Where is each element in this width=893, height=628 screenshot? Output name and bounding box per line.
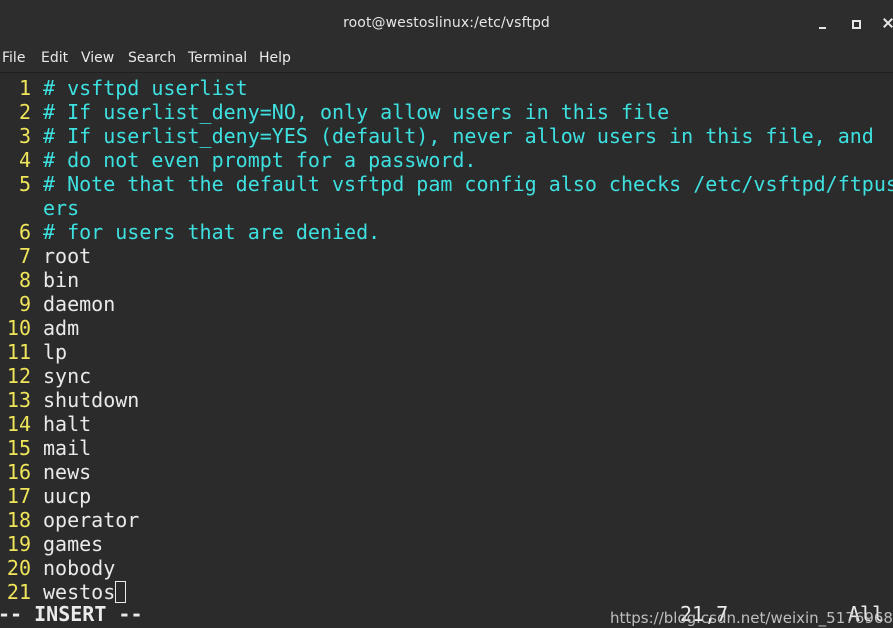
- line-number: 19: [6, 532, 31, 556]
- line-number: 2: [18, 100, 31, 124]
- line-text: operator: [43, 508, 139, 532]
- line-text: daemon: [43, 292, 115, 316]
- line-text: adm: [43, 316, 79, 340]
- comment-text: # for users that are denied.: [43, 220, 380, 244]
- line-number: 10: [6, 316, 31, 340]
- menu-help[interactable]: Help: [259, 50, 291, 66]
- comment-text: # vsftpd userlist: [43, 76, 248, 100]
- watermark: https://blog.csdn.net/weixin_51769688: [610, 609, 893, 627]
- line-content: # If userlist_deny=NO, only allow users …: [43, 100, 670, 124]
- line-number: 16: [6, 460, 31, 484]
- line-number: 3: [18, 124, 31, 148]
- line-content: # for users that are denied.: [43, 220, 381, 244]
- line-content: halt: [43, 412, 92, 436]
- menu-file[interactable]: File: [2, 50, 25, 66]
- comment-text: ers: [43, 196, 79, 220]
- line-number: 1: [18, 76, 31, 100]
- line-content: news: [43, 460, 92, 484]
- close-icon[interactable]: [880, 15, 893, 31]
- line-content: # Note that the default vsftpd pam confi…: [43, 172, 893, 196]
- line-number: 15: [6, 436, 31, 460]
- line-content: lp: [43, 340, 68, 364]
- line-content: operator: [43, 508, 140, 532]
- text-cursor: [115, 581, 127, 603]
- insert-mode-indicator: -- INSERT --: [0, 602, 143, 626]
- line-number: 7: [18, 244, 31, 268]
- line-number: 4: [18, 148, 31, 172]
- line-number: 11: [6, 340, 31, 364]
- line-number: 12: [6, 364, 31, 388]
- line-number: 8: [18, 268, 31, 292]
- comment-text: # Note that the default vsftpd pam confi…: [43, 172, 893, 196]
- line-content: mail: [43, 436, 92, 460]
- line-number: 17: [6, 484, 31, 508]
- title-bar[interactable]: root@westoslinux:/etc/vsftpd: [0, 0, 893, 46]
- vim-status-line: -- INSERT -- 21,7 All https://blog.csdn.…: [0, 601, 893, 628]
- terminal-window: root@westoslinux:/etc/vsftpd File Edit V…: [0, 0, 893, 628]
- line-content: # do not even prompt for a password.: [43, 148, 477, 172]
- line-number: 20: [6, 556, 31, 580]
- minimize-icon[interactable]: [814, 15, 830, 31]
- line-content: adm: [43, 316, 80, 340]
- line-text: games: [43, 532, 103, 556]
- line-text: shutdown: [43, 388, 139, 412]
- line-content: uucp: [43, 484, 92, 508]
- line-content: nobody: [43, 556, 116, 580]
- line-content: shutdown: [43, 388, 140, 412]
- window-title: root@westoslinux:/etc/vsftpd: [343, 15, 550, 31]
- line-number: 13: [6, 388, 31, 412]
- line-number: 5: [18, 172, 31, 196]
- menu-search[interactable]: Search: [128, 50, 176, 66]
- line-number: 18: [6, 508, 31, 532]
- line-content: daemon: [43, 292, 116, 316]
- vim-editor[interactable]: 1 # vsftpd userlist 2 # If userlist_deny=NO…: [0, 73, 893, 628]
- line-content: root: [43, 244, 92, 268]
- line-text: lp: [43, 340, 67, 364]
- line-text: nobody: [43, 556, 115, 580]
- comment-text: # If userlist_deny=NO, only allow users …: [43, 100, 669, 124]
- line-content: # vsftpd userlist: [43, 76, 248, 100]
- maximize-icon[interactable]: [848, 15, 864, 31]
- line-text: news: [43, 460, 91, 484]
- line-number: 14: [6, 412, 31, 436]
- line-text: root: [43, 244, 91, 268]
- line-content: games: [43, 532, 104, 556]
- line-text: sync: [43, 364, 91, 388]
- menu-terminal[interactable]: Terminal: [188, 50, 247, 66]
- menu-edit[interactable]: Edit: [41, 50, 68, 66]
- line-content: sync: [43, 364, 92, 388]
- line-content: bin: [43, 268, 80, 292]
- line-content: ers: [43, 196, 80, 220]
- menu-bar: File Edit View Search Terminal Help: [0, 46, 893, 73]
- line-text: mail: [43, 436, 91, 460]
- line-text: bin: [43, 268, 79, 292]
- line-text: uucp: [43, 484, 91, 508]
- line-text: halt: [43, 412, 91, 436]
- menu-view[interactable]: View: [81, 50, 114, 66]
- comment-text: # If userlist_deny=YES (default), never …: [43, 124, 874, 148]
- line-number: 9: [18, 292, 31, 316]
- line-number: 6: [18, 220, 31, 244]
- comment-text: # do not even prompt for a password.: [43, 148, 476, 172]
- line-content: # If userlist_deny=YES (default), never …: [43, 124, 874, 148]
